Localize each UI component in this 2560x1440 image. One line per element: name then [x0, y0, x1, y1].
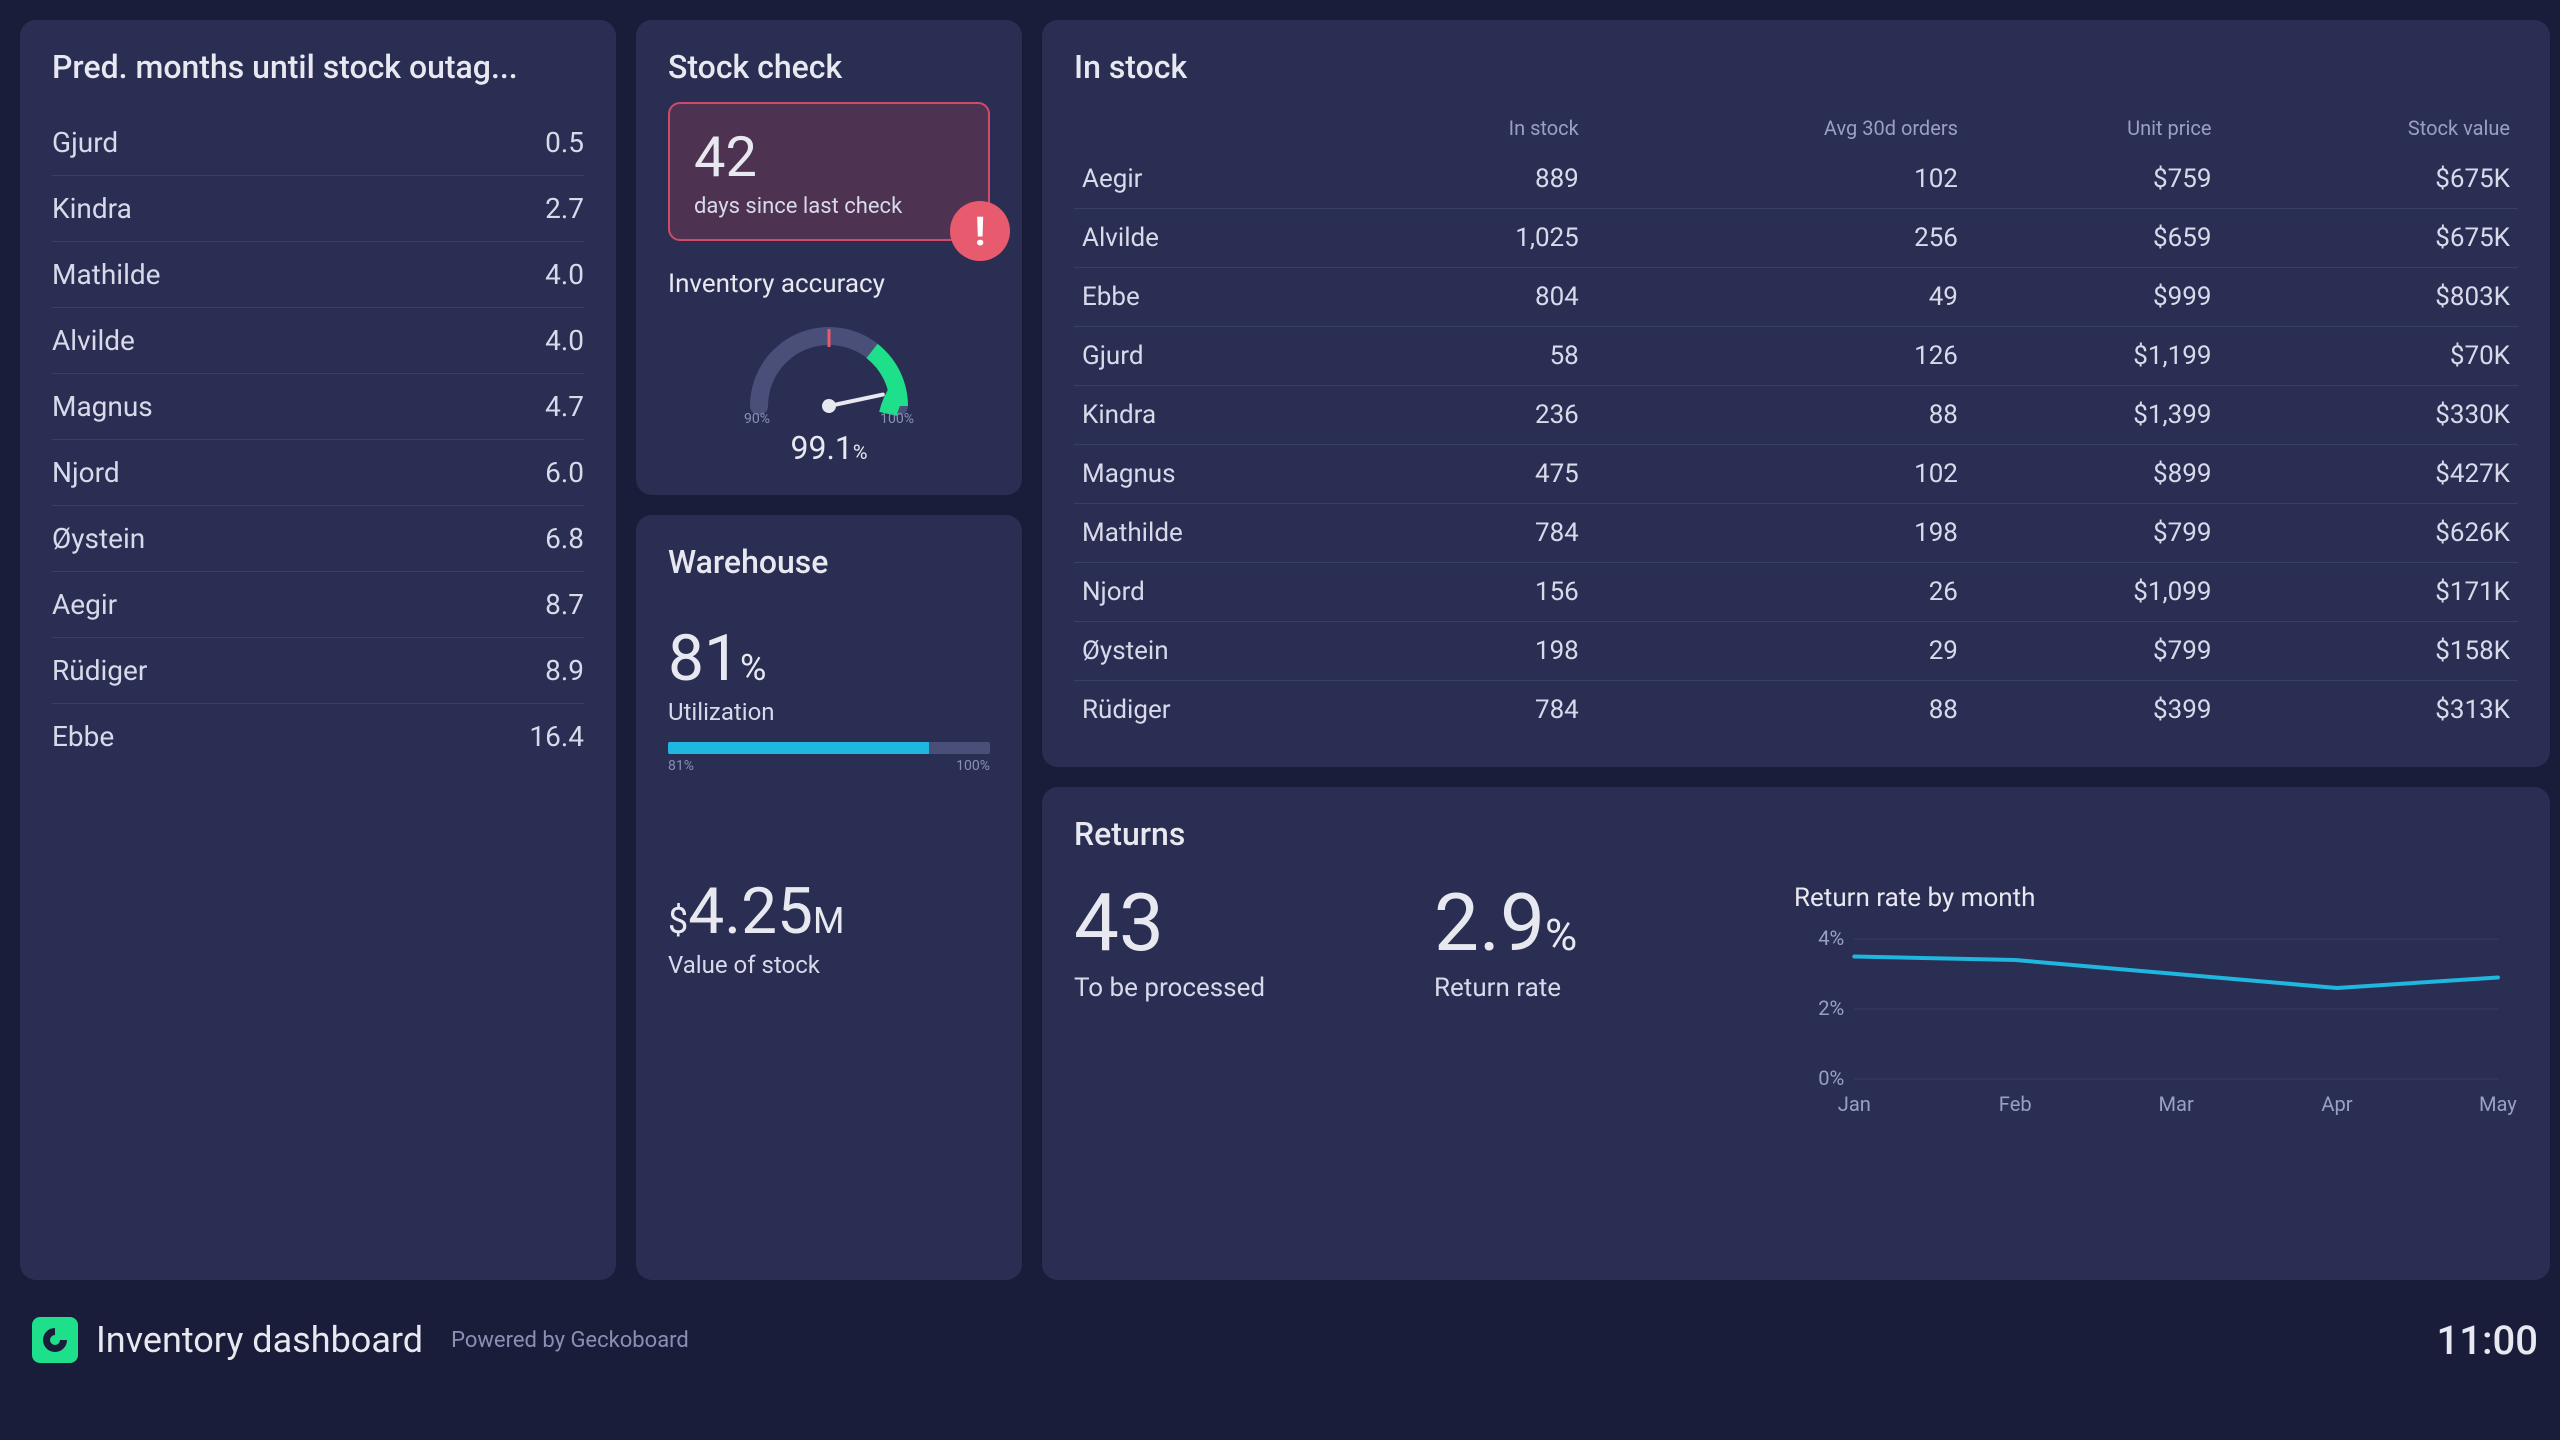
util-bar-right: 100% [956, 758, 990, 774]
list-item: Gjurd0.5 [52, 110, 584, 176]
footer: Inventory dashboard Powered by Geckoboar… [20, 1300, 2550, 1400]
utilization-bar: 81% 100% [668, 742, 990, 774]
stock-check-title: Stock check [668, 48, 990, 86]
svg-text:0%: 0% [1818, 1066, 1844, 1090]
table-row: Gjurd58126$1,199$70K [1074, 327, 2518, 386]
in-stock-card: In stock In stockAvg 30d ordersUnit pric… [1042, 20, 2550, 767]
svg-text:Feb: Feb [1999, 1092, 2032, 1116]
list-item: Ebbe16.4 [52, 704, 584, 769]
accuracy-title: Inventory accuracy [668, 269, 990, 299]
gauge-max-label: 100% [880, 411, 914, 427]
accuracy-value: 99.1% [790, 429, 867, 467]
table-row: Magnus475102$899$427K [1074, 445, 2518, 504]
table-header: Stock value [2219, 106, 2518, 150]
list-item: Kindra2.7 [52, 176, 584, 242]
util-bar-left: 81% [668, 758, 694, 774]
table-header: In stock [1369, 106, 1587, 150]
table-header: Unit price [1966, 106, 2220, 150]
list-item: Øystein6.8 [52, 506, 584, 572]
table-row: Njord15626$1,099$171K [1074, 563, 2518, 622]
pred-outage-title: Pred. months until stock outag... [52, 48, 584, 86]
in-stock-title: In stock [1074, 48, 2518, 86]
list-item: Aegir8.7 [52, 572, 584, 638]
value-of-stock: $4.25M Value of stock [668, 874, 990, 979]
svg-text:May: May [2479, 1092, 2517, 1116]
table-header [1074, 106, 1369, 150]
list-item: Mathilde4.0 [52, 242, 584, 308]
returns-rate: 2.9% Return rate [1434, 883, 1774, 1003]
svg-text:2%: 2% [1818, 996, 1844, 1020]
svg-text:Mar: Mar [2158, 1092, 2194, 1116]
return-rate-chart: Return rate by month 0%2%4%JanFebMarAprM… [1794, 883, 2518, 1123]
geckoboard-logo-icon [32, 1317, 78, 1363]
svg-text:Apr: Apr [2321, 1092, 2352, 1116]
table-row: Kindra23688$1,399$330K [1074, 386, 2518, 445]
returns-to-process: 43 To be processed [1074, 883, 1414, 1003]
warehouse-card: Warehouse 81% Utilization 81% 100% $4.25… [636, 515, 1022, 1280]
utilization-label: Utilization [668, 698, 990, 726]
warehouse-title: Warehouse [668, 543, 990, 581]
days-since-check-label: days since last check [694, 194, 964, 219]
table-row: Ebbe80449$999$803K [1074, 268, 2518, 327]
list-item: Alvilde4.0 [52, 308, 584, 374]
list-item: Njord6.0 [52, 440, 584, 506]
svg-text:4%: 4% [1818, 929, 1844, 950]
table-row: Rüdiger78488$399$313K [1074, 681, 2518, 740]
accuracy-gauge: 90% 100% 99.1% [668, 311, 990, 467]
stock-check-alert: 42 days since last check ! [668, 102, 990, 241]
table-row: Alvilde1,025256$659$675K [1074, 209, 2518, 268]
table-row: Øystein19829$799$158K [1074, 622, 2518, 681]
alert-icon: ! [950, 201, 1010, 261]
value-of-stock-label: Value of stock [668, 951, 990, 979]
pred-outage-list: Gjurd0.5Kindra2.7Mathilde4.0Alvilde4.0Ma… [52, 110, 584, 769]
list-item: Magnus4.7 [52, 374, 584, 440]
returns-card: Returns 43 To be processed 2.9% Return r… [1042, 787, 2550, 1280]
in-stock-table: In stockAvg 30d ordersUnit priceStock va… [1074, 106, 2518, 739]
pred-outage-card: Pred. months until stock outag... Gjurd0… [20, 20, 616, 1280]
table-row: Mathilde784198$799$626K [1074, 504, 2518, 563]
clock: 11:00 [2437, 1317, 2538, 1364]
list-item: Rüdiger8.9 [52, 638, 584, 704]
stock-check-card: Stock check 42 days since last check ! I… [636, 20, 1022, 495]
returns-title: Returns [1074, 815, 2518, 853]
svg-text:Jan: Jan [1838, 1092, 1871, 1116]
gauge-min-label: 90% [744, 411, 770, 427]
utilization-value: 81% [668, 621, 990, 696]
table-row: Aegir889102$759$675K [1074, 150, 2518, 209]
days-since-check: 42 [694, 124, 964, 190]
powered-by: Powered by Geckoboard [451, 1328, 689, 1353]
table-header: Avg 30d orders [1587, 106, 1966, 150]
dashboard-title: Inventory dashboard [96, 1319, 423, 1361]
